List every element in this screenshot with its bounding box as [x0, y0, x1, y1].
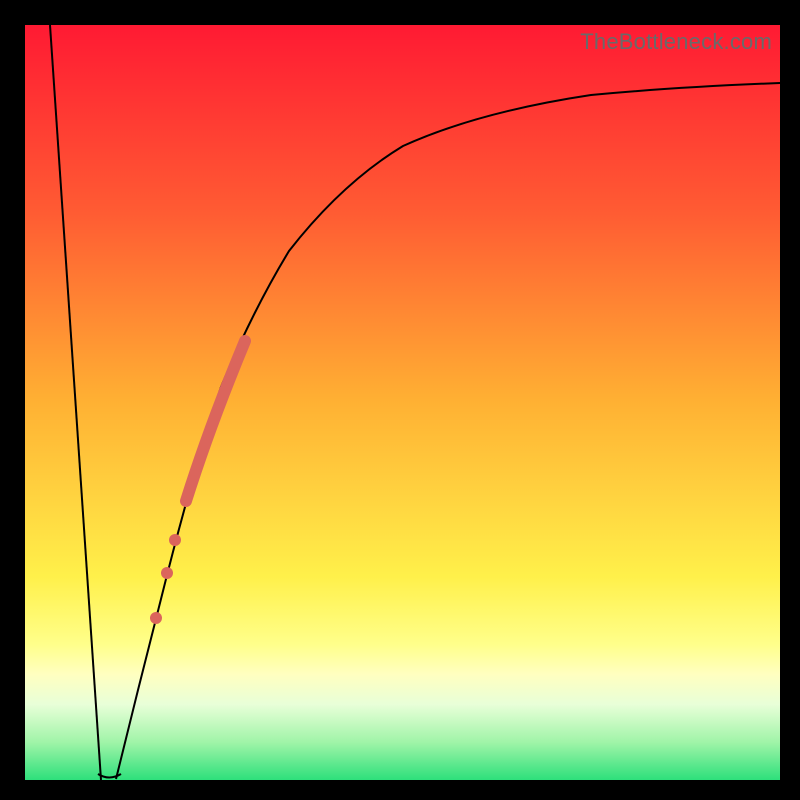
plot-area: TheBottleneck.com: [25, 25, 780, 780]
highlight-segment: [186, 341, 245, 501]
highlight-dot-1: [169, 534, 181, 546]
highlight-dot-3: [150, 612, 162, 624]
curve-layer: [25, 25, 780, 780]
highlight-dot-2: [161, 567, 173, 579]
chart-frame: TheBottleneck.com: [0, 0, 800, 800]
curve-left-descent: [50, 25, 101, 780]
